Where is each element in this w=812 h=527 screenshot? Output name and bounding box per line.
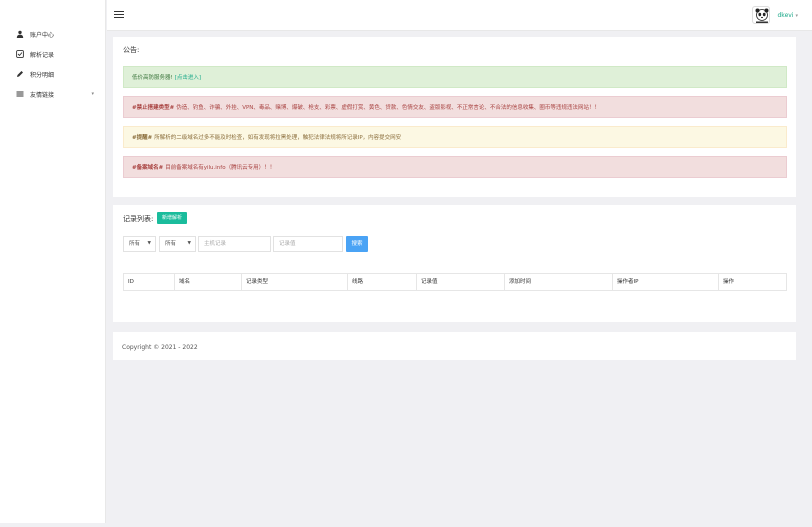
column-header-operator-ip: 操作者IP bbox=[613, 274, 719, 290]
sidebar-item-label: 友情链接 bbox=[30, 91, 55, 99]
filter-select-1-value: 所有 bbox=[129, 241, 141, 247]
chevron-down-icon: ▾ bbox=[91, 91, 94, 97]
column-header-added-time: 添加时间 bbox=[505, 274, 613, 290]
footer-card: Copyright © 2021 - 2022 bbox=[113, 332, 796, 360]
username-label: dkevi bbox=[777, 12, 794, 19]
records-title: 记录列表: bbox=[123, 215, 154, 223]
alert-text: 目前备案域名有yilu.info（腾讯云专用）！！ bbox=[165, 165, 276, 171]
search-button[interactable]: 搜索 bbox=[346, 236, 368, 252]
alert-banned-types: #禁止搭建类型# 伪造、钓鱼、诈骗、外挂、VPN、毒品、赌博、爆破、枪支、彩票、… bbox=[123, 96, 787, 118]
sidebar-item-label: 账户中心 bbox=[30, 31, 55, 39]
notice-title: 公告: bbox=[123, 46, 140, 54]
chevron-down-icon: ▾ bbox=[795, 13, 798, 19]
sidebar-item-account[interactable]: 账户中心 bbox=[0, 24, 106, 44]
check-square-icon bbox=[16, 50, 24, 58]
sidebar-item-links[interactable]: 友情链接 ▾ bbox=[0, 84, 106, 104]
records-card: 记录列表: 新增解析 所有 ▼ 所有 ▼ 主机记录 记录值 搜索 ID 域名 记录类… bbox=[113, 205, 796, 322]
host-record-input[interactable]: 主机记录 bbox=[198, 236, 271, 252]
alert-text: 伪造、钓鱼、诈骗、外挂、VPN、毒品、赌博、爆破、枪支、彩票、虚假打赏、黄色、贷… bbox=[176, 105, 600, 111]
user-menu[interactable]: dkevi ▾ bbox=[778, 12, 799, 19]
host-record-placeholder: 主机记录 bbox=[204, 241, 227, 247]
filter-select-1[interactable]: 所有 ▼ bbox=[123, 236, 156, 252]
list-icon bbox=[16, 90, 24, 98]
alert-reminder: #提醒# 所解析的二级域名过多不能及时检查，如有发现将拉黑处理，触犯法律法规将所… bbox=[123, 126, 787, 148]
alert-tag: #提醒# bbox=[132, 135, 153, 141]
column-header-id: ID bbox=[124, 274, 175, 290]
column-header-type: 记录类型 bbox=[242, 274, 348, 290]
alert-tag: #禁止搭建类型# bbox=[132, 105, 175, 111]
avatar[interactable] bbox=[752, 6, 770, 24]
enter-link[interactable]: [点击进入] bbox=[175, 73, 201, 81]
chevron-down-icon: ▼ bbox=[187, 241, 191, 246]
chevron-down-icon: ▼ bbox=[147, 241, 151, 246]
alert-filed-domain: #备案域名# 目前备案域名有yilu.info（腾讯云专用）！！ bbox=[123, 156, 787, 178]
menu-toggle-icon[interactable] bbox=[114, 11, 124, 20]
record-value-input[interactable]: 记录值 bbox=[273, 236, 343, 252]
sidebar-item-points[interactable]: 积分明细 bbox=[0, 64, 106, 84]
sidebar-item-label: 积分明细 bbox=[30, 71, 55, 79]
records-table-header: ID 域名 记录类型 线路 记录值 添加时间 操作者IP 操作 bbox=[123, 273, 787, 291]
sidebar-item-label: 解析记录 bbox=[30, 51, 55, 59]
column-header-action: 操作 bbox=[723, 279, 735, 285]
alert-server-promo: 低价高防服务器! [点击进入] bbox=[123, 66, 787, 88]
copyright-text: Copyright © 2021 - 2022 bbox=[122, 344, 198, 351]
sidebar-item-records[interactable]: 解析记录 bbox=[0, 44, 106, 64]
sidebar: 账户中心 解析记录 积分明细 友情链接 ▾ bbox=[0, 0, 106, 523]
filter-select-2[interactable]: 所有 ▼ bbox=[159, 236, 196, 252]
alert-text: 低价高防服务器! bbox=[132, 75, 173, 81]
alert-tag: #备案域名# bbox=[132, 165, 164, 171]
user-icon bbox=[16, 30, 24, 38]
filter-select-2-value: 所有 bbox=[165, 241, 177, 247]
top-bar: dkevi ▾ bbox=[107, 0, 812, 31]
add-record-button[interactable]: 新增解析 bbox=[157, 212, 188, 224]
alert-text: 所解析的二级域名过多不能及时检查，如有发现将拉黑处理，触犯法律法规将所记录IP，… bbox=[154, 135, 402, 141]
column-header-line: 线路 bbox=[348, 274, 417, 290]
notice-card: 公告: 低价高防服务器! [点击进入] #禁止搭建类型# 伪造、钓鱼、诈骗、外挂… bbox=[113, 37, 796, 197]
column-header-domain: 域名 bbox=[175, 274, 242, 290]
pencil-icon bbox=[16, 70, 24, 78]
record-value-placeholder: 记录值 bbox=[279, 241, 296, 247]
column-header-value: 记录值 bbox=[417, 274, 505, 290]
